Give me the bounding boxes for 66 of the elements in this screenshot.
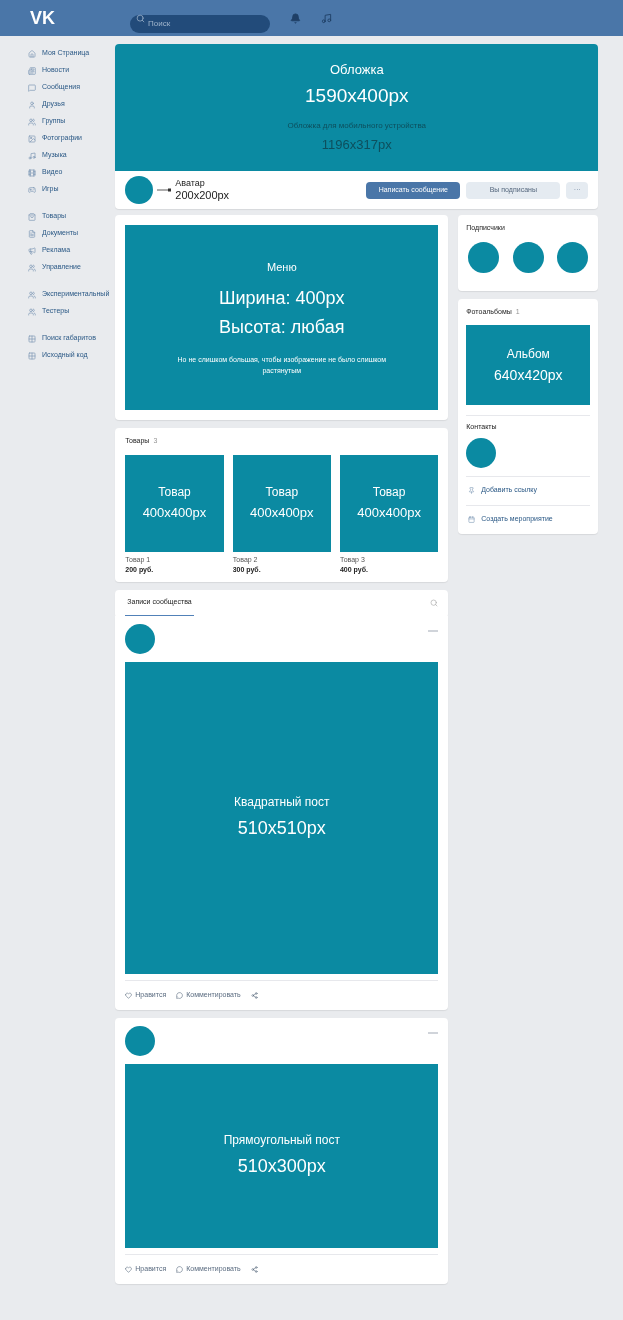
more-icon[interactable] xyxy=(428,629,439,632)
calendar-icon xyxy=(468,516,476,523)
avatar xyxy=(125,623,156,654)
menu-title: Меню xyxy=(266,259,297,275)
mobile-cover-title: Обложка для мобильного устройства xyxy=(287,120,427,133)
product-image-title: Товар xyxy=(265,484,299,502)
product-image-size: 400x400px xyxy=(357,504,421,523)
share-icon[interactable] xyxy=(250,1265,258,1273)
product-image-title: Товар xyxy=(372,484,406,502)
post-image-size: 510x510px xyxy=(237,817,326,840)
grid-icon xyxy=(28,334,36,343)
newspaper-icon xyxy=(28,66,36,75)
people-icon xyxy=(28,290,36,299)
album-size: 640x420px xyxy=(494,365,563,385)
person-icon xyxy=(28,100,36,109)
product-image-size: 400x400px xyxy=(142,504,207,523)
menu-height: Высота: любая xyxy=(219,316,345,340)
pointer-line xyxy=(157,188,172,192)
more-icon[interactable] xyxy=(428,1031,439,1034)
menu-width: Ширина: 400px xyxy=(219,287,345,311)
heart-icon xyxy=(125,991,133,999)
logo[interactable]: VK xyxy=(30,4,110,32)
megaphone-icon xyxy=(28,246,36,255)
pin-icon xyxy=(468,487,476,494)
search-field[interactable]: Поиск xyxy=(130,14,270,33)
share-icon[interactable] xyxy=(250,991,258,999)
product-image[interactable]: Товар 400x400px xyxy=(339,454,439,552)
bag-icon xyxy=(28,212,36,221)
document-icon xyxy=(28,229,36,238)
product-image-title: Товар xyxy=(158,484,191,502)
product-image-size: 400x400px xyxy=(249,504,314,523)
avatar xyxy=(125,176,154,204)
comment-icon xyxy=(176,991,184,999)
avatar-label: Аватар xyxy=(175,179,206,188)
post-image-size: 510x300px xyxy=(237,1155,326,1178)
album-image[interactable]: Альбом 640x420px xyxy=(466,325,591,405)
heart-icon xyxy=(125,1265,133,1273)
avatar-size: 200x200px xyxy=(175,190,230,201)
search-icon[interactable] xyxy=(430,599,439,607)
photo-icon xyxy=(28,134,36,143)
people-icon xyxy=(28,263,36,272)
cover-title: Обложка xyxy=(329,61,384,80)
film-icon xyxy=(28,168,36,177)
avatar xyxy=(125,1025,156,1056)
people-icon xyxy=(28,117,36,126)
avatar xyxy=(468,241,500,273)
music-note-icon[interactable] xyxy=(321,12,332,24)
product-image[interactable]: Товар 400x400px xyxy=(232,454,331,552)
people-icon xyxy=(28,307,36,316)
house-icon xyxy=(28,49,36,58)
avatar xyxy=(466,437,497,468)
cover-size: 1590x400px xyxy=(305,83,409,108)
music-note-icon xyxy=(28,151,36,160)
avatar xyxy=(557,241,589,273)
grid-icon xyxy=(28,351,36,360)
post-image-title: Прямоугольный пост xyxy=(223,1132,340,1149)
chat-icon xyxy=(28,83,36,92)
gamepad-icon xyxy=(28,185,36,194)
bell-icon[interactable] xyxy=(290,12,301,24)
mobile-cover-size: 1196x317px xyxy=(321,136,392,155)
avatar xyxy=(512,241,544,273)
post-image-title: Квадратный пост xyxy=(234,794,330,811)
comment-icon xyxy=(176,1265,184,1273)
search-icon xyxy=(136,13,145,23)
product-image[interactable]: Товар 400x400px xyxy=(125,454,224,552)
album-title: Альбом xyxy=(506,345,550,363)
